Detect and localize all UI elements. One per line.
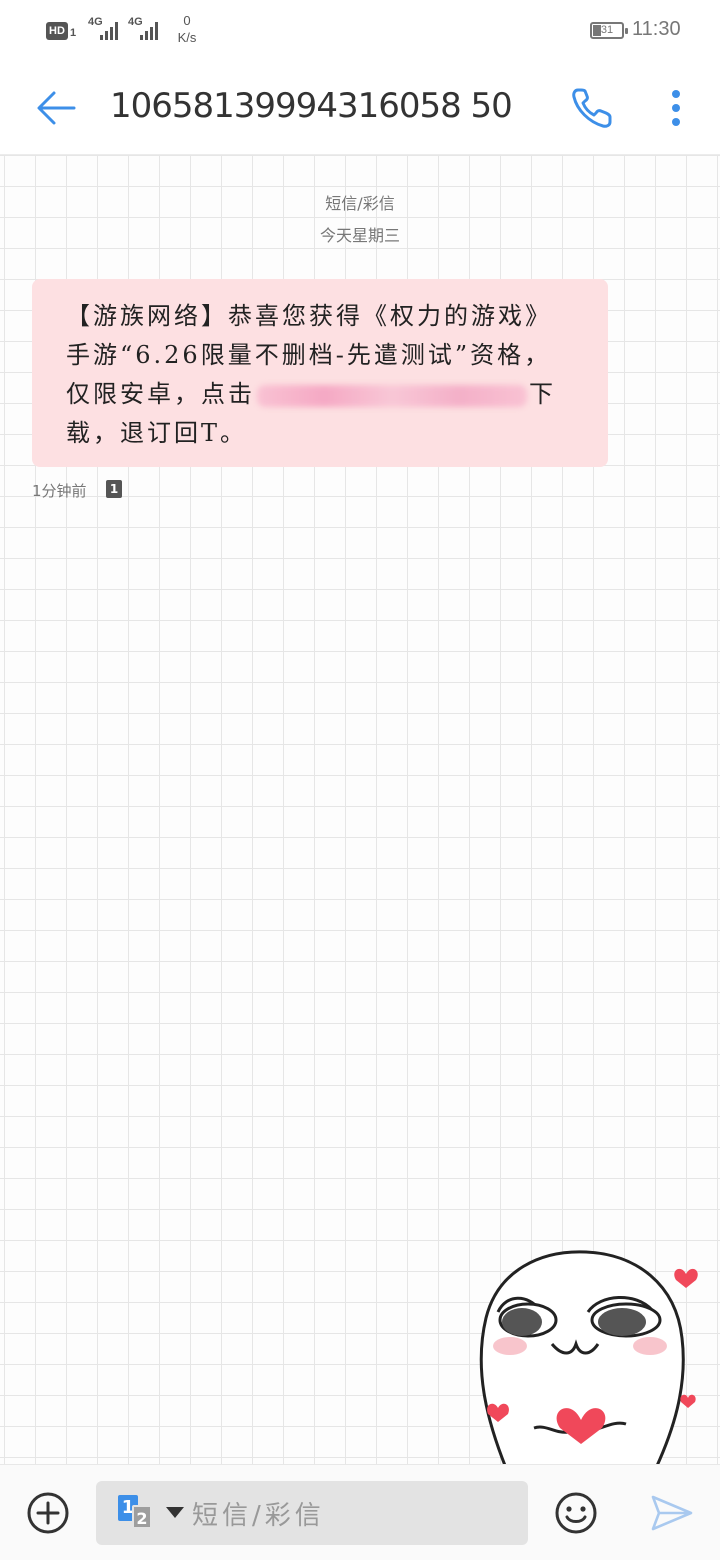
messaging-screen: HD 1 4G 4G 0 K/s 31 11:30 10658139994316…	[0, 0, 720, 1560]
add-attachment-button[interactable]	[26, 1491, 70, 1535]
smiley-icon	[555, 1492, 597, 1534]
back-button[interactable]	[30, 82, 82, 134]
more-options-button[interactable]	[660, 82, 692, 134]
caret-down-icon[interactable]	[166, 1507, 184, 1518]
network-speed-value: 0	[183, 13, 191, 28]
call-button[interactable]	[566, 82, 618, 134]
message-input[interactable]: 1 2 短信/彩信	[96, 1481, 528, 1545]
signal-strength-icon: 4G	[88, 16, 124, 42]
redacted-link[interactable]	[257, 384, 527, 407]
network-speed: 0 K/s	[172, 12, 202, 46]
sim-selector-button[interactable]: 1 2	[118, 1495, 158, 1531]
contact-number-title: 10658139994316058 50	[110, 86, 513, 126]
phone-icon	[572, 88, 612, 128]
send-icon	[651, 1495, 693, 1531]
message-category-label: 短信/彩信	[325, 194, 395, 213]
emoji-button[interactable]	[554, 1491, 598, 1535]
message-input-placeholder: 短信/彩信	[192, 1501, 325, 1531]
message-composer: 1 2 短信/彩信	[0, 1464, 720, 1560]
arrow-left-icon	[37, 91, 76, 125]
hd-voice-badge: HD	[46, 22, 68, 40]
send-button[interactable]	[650, 1493, 694, 1533]
network-speed-unit: K/s	[177, 30, 197, 45]
conversation-header: 10658139994316058 50	[0, 60, 720, 155]
network-type-label: 4G	[88, 16, 103, 28]
signal-strength-icon: 4G	[128, 16, 164, 42]
network-type-label: 4G	[128, 16, 143, 28]
plus-circle-icon	[27, 1492, 69, 1534]
status-bar: HD 1 4G 4G 0 K/s 31 11:30	[0, 0, 720, 60]
message-bubble[interactable]: 【游族网络】恭喜您获得《权力的游戏》手游“6.26限量不删档-先遣测试”资格，仅…	[32, 279, 608, 467]
battery-icon: 31	[590, 22, 628, 39]
sim-two-icon: 2	[132, 1505, 152, 1529]
status-clock: 11:30	[632, 18, 681, 40]
cartoon-sticker-decoration	[479, 1250, 698, 1468]
battery-level: 31	[600, 24, 614, 36]
sim-card-tag: 1	[106, 480, 122, 498]
message-timestamp: 1分钟前	[32, 482, 87, 500]
date-separator: 今天星期三	[319, 226, 400, 245]
sim-slot-number: 1	[70, 27, 77, 39]
